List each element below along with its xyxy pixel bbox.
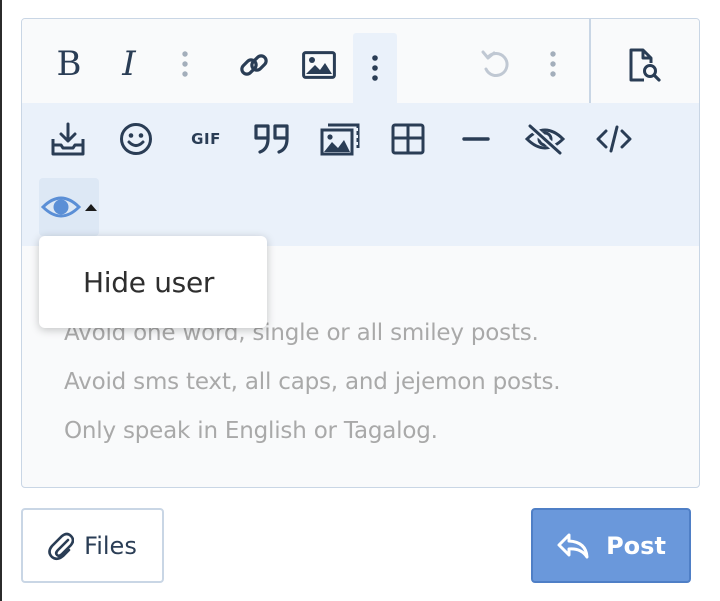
undo-icon	[481, 50, 509, 77]
files-label: Files	[84, 531, 137, 560]
link-icon	[240, 54, 268, 76]
quote-icon	[254, 124, 289, 154]
window-edge	[0, 0, 2, 601]
reply-icon	[557, 533, 589, 558]
more-text-options-button[interactable]	[170, 44, 200, 84]
hide-options-dropdown: Hide user	[39, 236, 267, 328]
more-vertical-icon	[372, 55, 378, 81]
code-icon	[596, 125, 632, 153]
image-icon	[302, 51, 336, 79]
editor-placeholder-line: Only speak in English or Tagalog.	[64, 418, 438, 444]
more-vertical-icon	[550, 51, 556, 77]
editor-placeholder-line: Avoid sms text, all caps, and jejemon po…	[64, 369, 561, 395]
preview-button[interactable]	[622, 43, 666, 87]
eye-slash-icon	[524, 123, 566, 155]
insert-link-button[interactable]	[234, 45, 274, 85]
horizontal-line-button[interactable]	[456, 119, 496, 159]
eye-icon	[40, 196, 81, 218]
hide-button[interactable]	[39, 178, 99, 236]
spoiler-button[interactable]	[522, 119, 568, 159]
undo-button[interactable]	[476, 45, 516, 85]
more-history-options-button[interactable]	[538, 44, 568, 84]
post-label: Post	[606, 531, 666, 560]
drafts-button[interactable]	[46, 119, 90, 159]
italic-icon: I	[122, 44, 136, 84]
download-icon	[51, 122, 85, 156]
caret-up-icon	[84, 204, 97, 211]
media-icon	[320, 123, 360, 156]
attach-files-button[interactable]: Files	[21, 508, 164, 583]
italic-button[interactable]: I	[106, 41, 152, 87]
toolbar-row-1: B I	[22, 19, 699, 103]
more-options-button[interactable]	[353, 33, 397, 103]
horizontal-rule-icon	[462, 137, 490, 141]
bold-button[interactable]: B	[46, 41, 92, 87]
preview-icon	[629, 48, 661, 82]
bold-icon: B	[56, 44, 82, 84]
code-button[interactable]	[592, 119, 636, 159]
paperclip-icon	[48, 532, 75, 560]
insert-table-button[interactable]	[388, 119, 428, 159]
toolbar-row-2: GIF	[22, 103, 699, 246]
media-button[interactable]	[318, 119, 364, 159]
quote-button[interactable]	[250, 119, 294, 159]
hide-user-menu-item[interactable]: Hide user	[83, 266, 214, 299]
table-icon	[391, 123, 425, 155]
post-reply-button[interactable]: Post	[531, 508, 691, 583]
more-vertical-icon	[182, 51, 188, 77]
smile-icon	[120, 123, 152, 155]
toolbar-separator	[589, 19, 591, 103]
insert-image-button[interactable]	[298, 45, 340, 85]
gif-button[interactable]: GIF	[184, 121, 228, 157]
smilies-button[interactable]	[116, 119, 156, 159]
gif-icon: GIF	[191, 130, 221, 148]
